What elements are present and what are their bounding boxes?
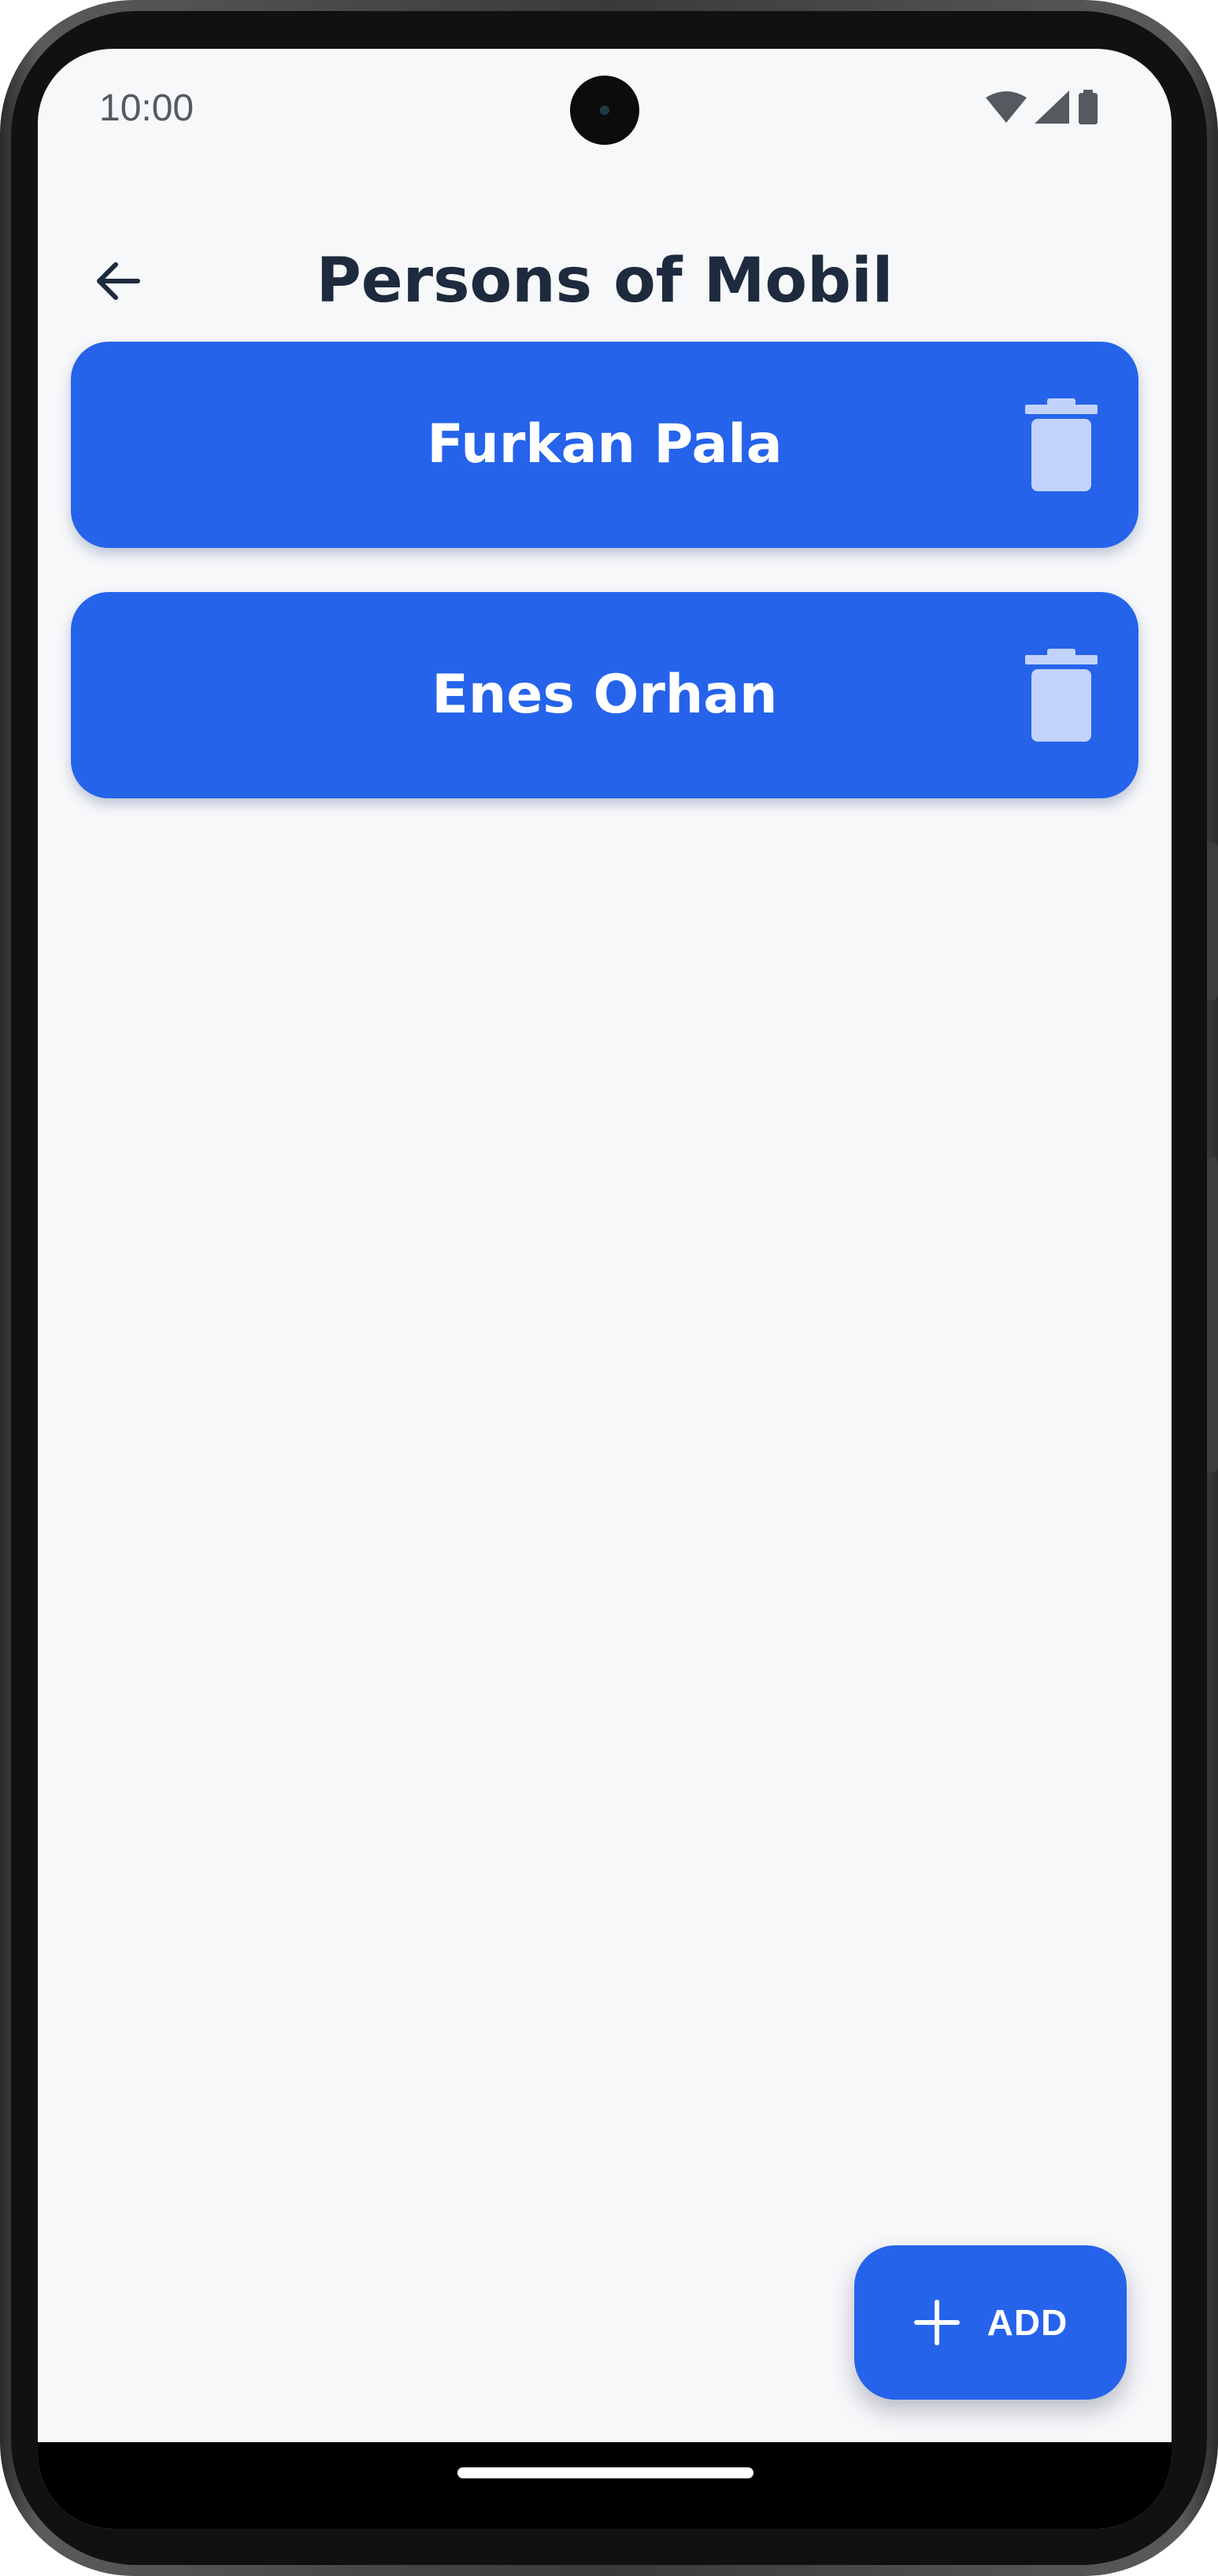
home-indicator[interactable] [457,2467,753,2478]
status-icons [986,90,1099,124]
person-card[interactable]: Enes Orhan [71,592,1138,798]
trash-icon [1025,398,1098,491]
add-button-label: ADD [987,2302,1068,2343]
person-name: Furkan Pala [427,413,783,476]
person-name: Enes Orhan [431,664,778,726]
navigation-bar [38,2442,1172,2529]
front-camera [570,76,639,145]
power-button [1207,842,1218,1000]
app-bar: Persons of Mobil [38,230,1172,332]
delete-person-button[interactable] [1024,644,1099,746]
screen: 10:00 Persons of Mobil Furkan Pala Enes … [38,49,1172,2529]
page-title: Persons of Mobil [316,246,894,316]
status-bar: 10:00 [38,49,1172,167]
cellular-signal-icon [1035,91,1069,124]
battery-icon [1077,90,1099,124]
volume-button [1207,1157,1218,1472]
status-time: 10:00 [99,87,194,129]
arrow-back-icon [97,262,140,300]
plus-icon [913,2300,960,2345]
delete-person-button[interactable] [1024,394,1099,496]
wifi-icon [986,91,1027,123]
person-card[interactable]: Furkan Pala [71,342,1138,548]
add-button[interactable]: ADD [854,2245,1127,2400]
person-list: Furkan Pala Enes Orhan [71,342,1138,842]
trash-icon [1025,649,1098,742]
camera-lens [600,105,609,115]
back-button[interactable] [82,246,153,316]
